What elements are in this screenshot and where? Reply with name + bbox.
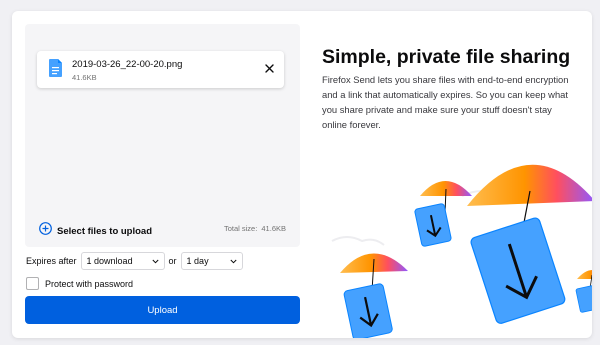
file-size: 41.6KB [72,73,97,82]
close-icon [264,63,274,73]
chevron-down-icon [151,259,159,263]
or-label: or [168,256,177,266]
total-size-value: 41.6KB [261,224,286,233]
days-value: 1 day [186,256,209,266]
downloads-value: 1 download [86,256,133,266]
chevron-down-icon [229,259,237,263]
file-list-item: 2019-03-26_22-00-20.png 41.6KB [37,51,284,88]
password-label: Protect with password [45,278,134,289]
select-files-label: Select files to upload [57,225,153,237]
file-name: 2019-03-26_22-00-20.png [72,59,183,70]
page-title: Simple, private file sharing [322,46,571,68]
umbrella-files-illustration [331,164,592,338]
umbrella-file-tiny [575,270,592,313]
upload-drop-area[interactable]: 2019-03-26_22-00-20.png 41.6KB Select fi… [25,24,300,247]
upload-button[interactable]: Upload [25,296,300,324]
downloads-select[interactable]: 1 download [80,252,165,270]
expiry-options: Expires after 1 download or 1 day [26,252,243,270]
add-circle-icon [39,222,52,240]
umbrella-file-small [414,181,472,247]
select-files-button[interactable]: Select files to upload [39,222,152,240]
file-icon [49,59,62,82]
expires-label: Expires after [26,256,77,266]
umbrella-file-large [467,164,592,324]
total-size-label: Total size: [223,224,258,233]
intro-description: Firefox Send lets you share files with e… [322,74,569,130]
password-option[interactable]: Protect with password [26,277,133,290]
remove-file-button[interactable] [261,60,277,76]
umbrella-file-medium [340,253,408,338]
password-checkbox[interactable] [26,277,39,290]
send-card: 2019-03-26_22-00-20.png 41.6KB Select fi… [12,11,592,338]
days-select[interactable]: 1 day [180,252,243,270]
total-size: Total size: 41.6KB [224,224,286,233]
